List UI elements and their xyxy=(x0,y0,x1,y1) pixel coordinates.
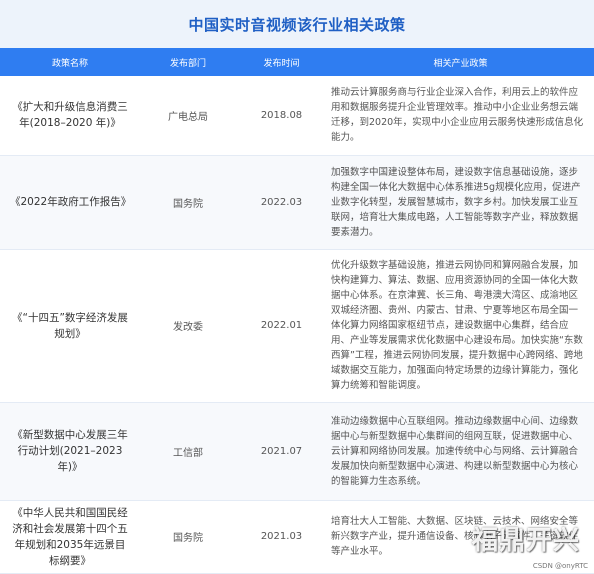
policy-table: 政策名称 发布部门 发布时间 相关产业政策 《扩大和升级信息消费三年(2018–… xyxy=(0,48,594,574)
policy-content-cell: 优化升级数字基础设施，推进云网协同和算网融合发展，加快构建算力、算法、数据、应用… xyxy=(327,249,594,403)
policy-content-cell: 加强数字中国建设整体布局，建设数字信息基础设施，逐步构建全国一体化大数据中心体系… xyxy=(327,155,594,250)
policy-name-cell: 《扩大和升级信息消费三年(2018–2020 年)》 xyxy=(0,76,140,156)
table-row: 《扩大和升级信息消费三年(2018–2020 年)》 广电总局 2018.08 … xyxy=(0,76,594,156)
date-cell: 2022.03 xyxy=(236,155,327,250)
header-related-policy: 相关产业政策 xyxy=(327,48,594,76)
policy-name-cell: 《中华人民共和国国民经济和社会发展第十四个五年规划和2035年远景目标纲要》 xyxy=(0,500,140,574)
policy-name-cell: 《“十四五”数字经济发展规划》 xyxy=(0,249,140,403)
date-cell: 2022.01 xyxy=(236,249,327,403)
watermark-logo: 福鼎开兴 xyxy=(471,526,580,556)
department-cell: 广电总局 xyxy=(140,76,236,156)
policy-name-cell: 《2022年政府工作报告》 xyxy=(0,155,140,250)
header-date: 发布时间 xyxy=(236,48,327,76)
department-cell: 国务院 xyxy=(140,500,236,574)
credit-text: CSDN @onyRTC xyxy=(532,562,588,570)
date-cell: 2018.08 xyxy=(236,76,327,156)
department-cell: 发改委 xyxy=(140,249,236,403)
table-row: 《“十四五”数字经济发展规划》 发改委 2022.01 优化升级数字基础设施，推… xyxy=(0,249,594,403)
table-row: 《2022年政府工作报告》 国务院 2022.03 加强数字中国建设整体布局，建… xyxy=(0,155,594,250)
table-row: 《新型数据中心发展三年行动计划(2021–2023年)》 工信部 2021.07… xyxy=(0,402,594,501)
title-bar: 中国实时音视频该行业相关政策 xyxy=(0,0,594,48)
department-cell: 国务院 xyxy=(140,155,236,250)
table-header-row: 政策名称 发布部门 发布时间 相关产业政策 xyxy=(0,48,594,76)
policy-content-cell: 准动边缘数据中心互联组网。推动边缘数据中心间、边缘数据中心与新型数据中心集群间的… xyxy=(327,402,594,501)
date-cell: 2021.07 xyxy=(236,402,327,501)
header-department: 发布部门 xyxy=(140,48,236,76)
page-title: 中国实时音视频该行业相关政策 xyxy=(188,15,406,34)
department-cell: 工信部 xyxy=(140,402,236,501)
header-policy-name: 政策名称 xyxy=(0,48,140,76)
policy-content-cell: 推动云计算服务商与行业企业深入合作，利用云上的软件应用和数据服务提升企业管理效率… xyxy=(327,76,594,156)
policy-name-cell: 《新型数据中心发展三年行动计划(2021–2023年)》 xyxy=(0,402,140,501)
date-cell: 2021.03 xyxy=(236,500,327,574)
